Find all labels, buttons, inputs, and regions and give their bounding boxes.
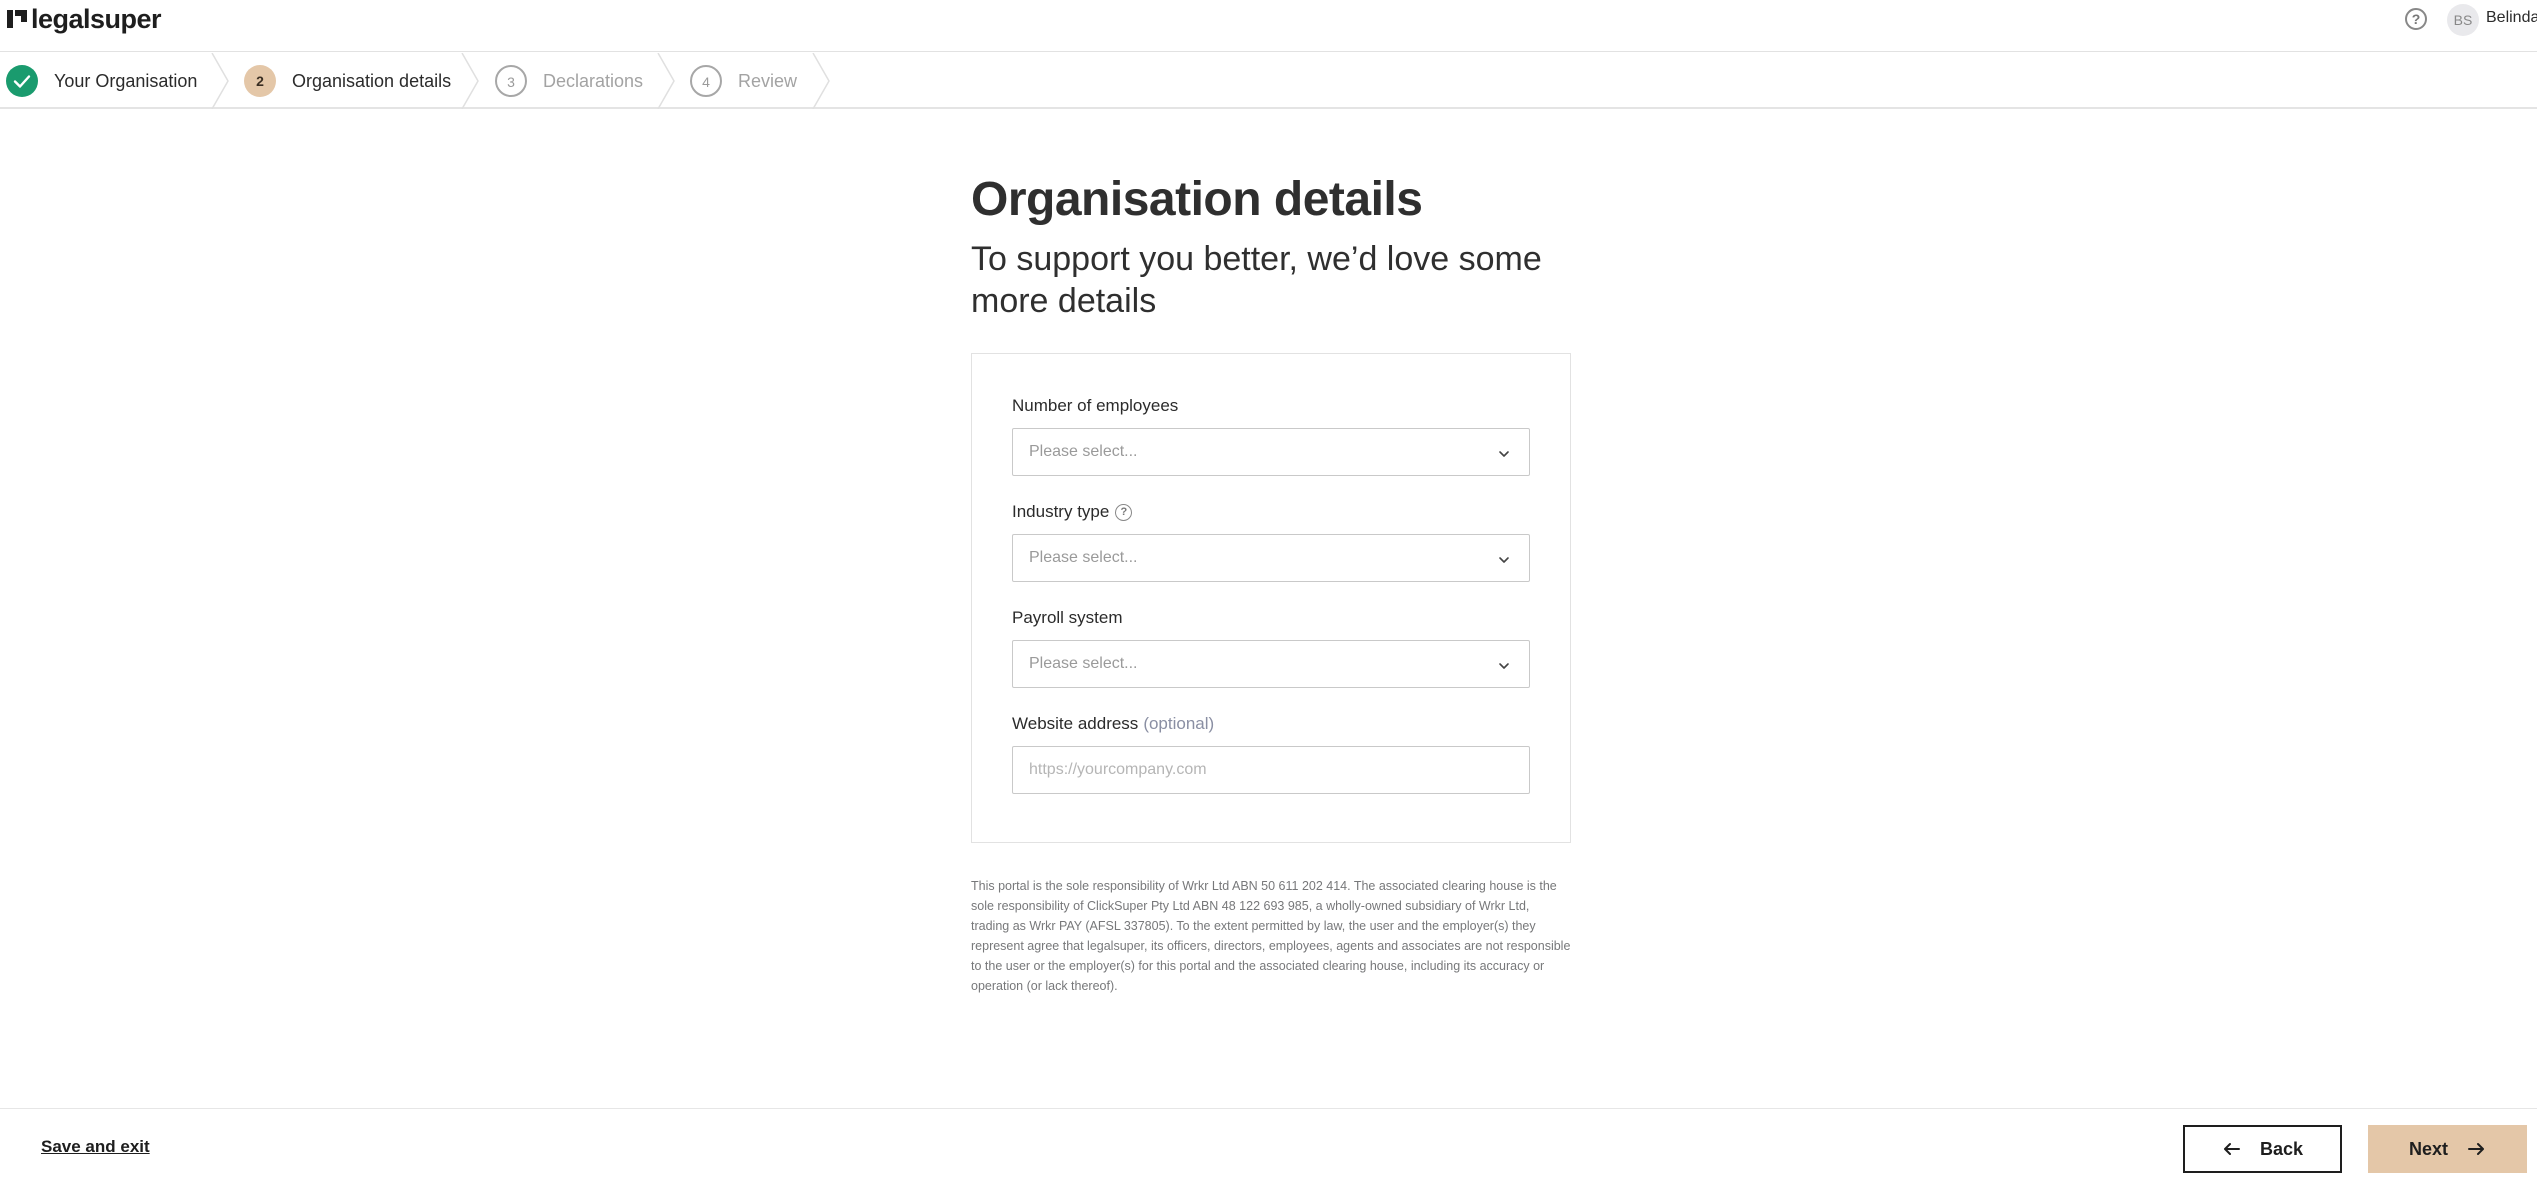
step-number: 4: [690, 65, 722, 97]
optional-tag: (optional): [1143, 714, 1215, 733]
industry-label-text: Industry type: [1012, 502, 1110, 521]
arrow-right-icon: [2468, 1143, 2484, 1155]
payroll-label-text: Payroll system: [1012, 608, 1123, 627]
logo-text: legalsuper: [31, 4, 162, 34]
website-input[interactable]: [1012, 746, 1530, 794]
industry-select[interactable]: Please select...: [1012, 534, 1530, 582]
step-declarations[interactable]: 3 Declarations: [495, 53, 643, 109]
employees-select[interactable]: Please select...: [1012, 428, 1530, 476]
page-title: Organisation details: [971, 173, 1423, 226]
chevron-right-separator-icon: [657, 53, 675, 109]
employees-select-value: Please select...: [1029, 443, 1138, 460]
step-label: Your Organisation: [54, 70, 198, 91]
legal-disclaimer: This portal is the sole responsibility o…: [971, 879, 1571, 993]
employees-label: Number of employees: [1012, 396, 1178, 416]
page-subtitle: To support you better, we’d love some mo…: [971, 240, 1542, 320]
payroll-select[interactable]: Please select...: [1012, 640, 1530, 688]
step-number: 3: [495, 65, 527, 97]
chevron-down-icon: [1499, 663, 1509, 669]
organisation-details-form: Number of employees Please select... Ind…: [971, 353, 1571, 843]
footer-bar: Save and exit Back Next: [0, 1108, 2537, 1184]
back-button-label: Back: [2259, 1138, 2304, 1159]
avatar[interactable]: BS: [2447, 4, 2479, 36]
back-button[interactable]: Back: [2183, 1125, 2342, 1173]
step-number: 2: [244, 65, 276, 97]
industry-select-value: Please select...: [1029, 549, 1138, 566]
step-label: Review: [738, 70, 798, 91]
step-organisation-details[interactable]: 2 Organisation details: [244, 53, 451, 109]
payroll-label: Payroll system: [1012, 608, 1123, 628]
step-label: Organisation details: [292, 70, 452, 91]
chevron-right-separator-icon: [461, 53, 479, 109]
progress-stepper: Your Organisation 2 Organisation details…: [0, 53, 2537, 109]
top-bar: legalsuper ? BS Belinda: [0, 0, 2537, 52]
step-label: Declarations: [543, 70, 644, 91]
employees-label-text: Number of employees: [1012, 396, 1179, 415]
step-your-organisation[interactable]: Your Organisation: [6, 53, 197, 109]
website-label: Website address (optional): [1012, 714, 1214, 734]
next-button-label: Next: [2408, 1138, 2448, 1159]
help-icon[interactable]: ?: [2405, 8, 2427, 30]
industry-label: Industry type ?: [1012, 502, 1133, 522]
step-review[interactable]: 4 Review: [690, 53, 797, 109]
check-icon: [6, 65, 38, 97]
next-button[interactable]: Next: [2368, 1125, 2527, 1173]
arrow-left-icon: [2223, 1143, 2240, 1155]
logo-mark-icon: [7, 10, 27, 28]
save-and-exit-link[interactable]: Save and exit: [41, 1137, 150, 1157]
user-name[interactable]: Belinda: [2486, 9, 2537, 27]
chevron-down-icon: [1499, 451, 1509, 457]
website-label-text: Website address: [1012, 714, 1139, 733]
chevron-down-icon: [1499, 557, 1509, 563]
chevron-right-separator-icon: [812, 53, 830, 109]
logo[interactable]: legalsuper: [6, 4, 162, 34]
help-icon[interactable]: ?: [1115, 503, 1133, 521]
chevron-right-separator-icon: [211, 53, 229, 109]
payroll-select-value: Please select...: [1029, 655, 1138, 672]
